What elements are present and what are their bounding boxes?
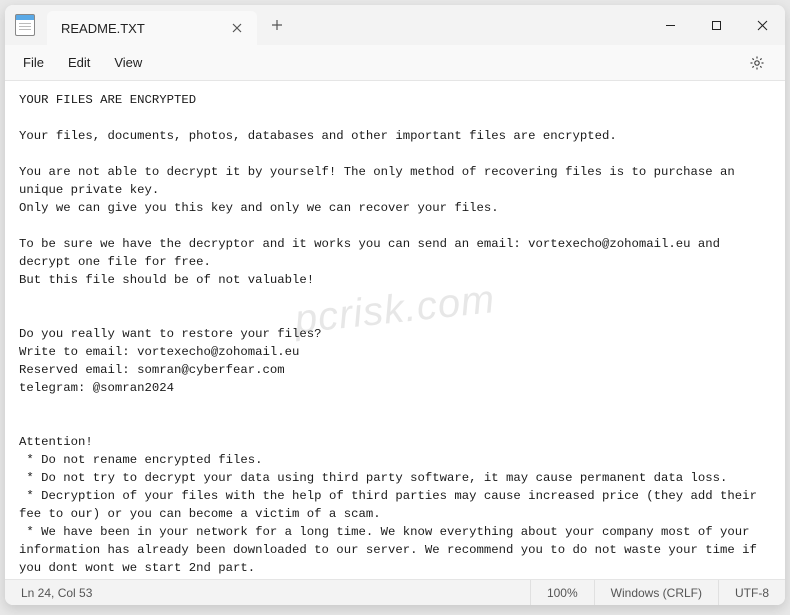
close-window-button[interactable] — [739, 5, 785, 45]
maximize-button[interactable] — [693, 5, 739, 45]
status-cursor-position[interactable]: Ln 24, Col 53 — [5, 580, 108, 605]
gear-icon — [749, 55, 765, 71]
statusbar: Ln 24, Col 53 100% Windows (CRLF) UTF-8 — [5, 579, 785, 605]
text-editor-area[interactable]: YOUR FILES ARE ENCRYPTED Your files, doc… — [5, 81, 785, 579]
notepad-window: README.TXT File Edit View — [5, 5, 785, 605]
status-line-ending[interactable]: Windows (CRLF) — [594, 580, 718, 605]
window-controls — [647, 5, 785, 45]
document-tab[interactable]: README.TXT — [47, 11, 257, 45]
menu-view[interactable]: View — [102, 49, 154, 76]
menubar: File Edit View — [5, 45, 785, 81]
minimize-button[interactable] — [647, 5, 693, 45]
menu-edit[interactable]: Edit — [56, 49, 102, 76]
document-text: YOUR FILES ARE ENCRYPTED Your files, doc… — [19, 93, 764, 579]
menu-file[interactable]: File — [11, 49, 56, 76]
titlebar: README.TXT — [5, 5, 785, 45]
close-tab-button[interactable] — [227, 18, 247, 38]
status-encoding[interactable]: UTF-8 — [718, 580, 785, 605]
new-tab-button[interactable] — [261, 11, 293, 39]
notepad-icon — [15, 14, 35, 36]
settings-button[interactable] — [741, 47, 773, 79]
tab-title: README.TXT — [61, 21, 227, 36]
status-zoom[interactable]: 100% — [530, 580, 594, 605]
